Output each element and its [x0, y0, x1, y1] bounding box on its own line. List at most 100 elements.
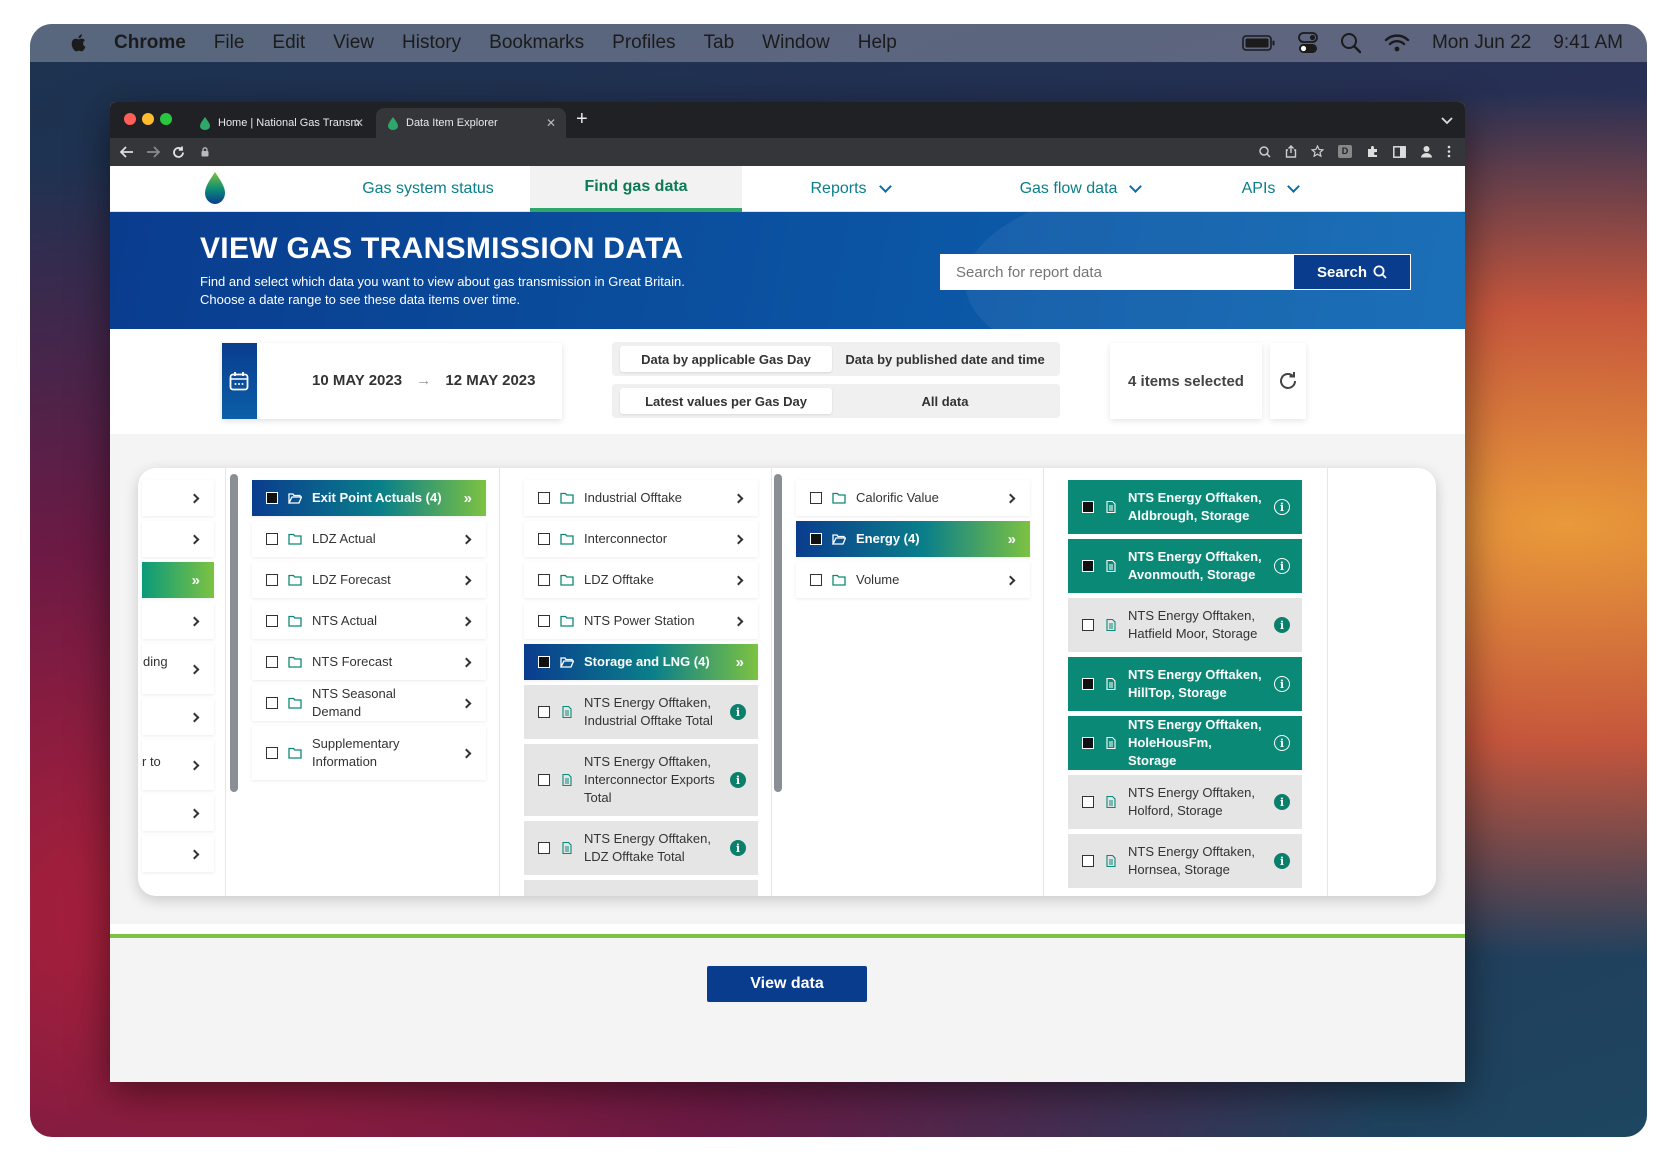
search-input[interactable]: [940, 254, 1293, 290]
checkbox[interactable]: [538, 615, 550, 627]
folder-row-exit-point-actuals[interactable]: Exit Point Actuals (4) »: [252, 480, 486, 516]
checkbox[interactable]: [538, 656, 550, 668]
close-window-button[interactable]: [124, 113, 136, 125]
checkbox[interactable]: [810, 492, 822, 504]
more-menu-icon[interactable]: [1447, 145, 1451, 158]
menu-profiles[interactable]: Profiles: [612, 32, 675, 54]
info-icon[interactable]: i: [1274, 794, 1290, 810]
folder-row[interactable]: [142, 603, 214, 639]
browser-tab-data-item-explorer[interactable]: Data Item Explorer ✕: [376, 108, 566, 138]
extension-d-icon[interactable]: D: [1338, 145, 1352, 158]
info-icon[interactable]: i: [1274, 853, 1290, 869]
folder-row-volume[interactable]: Volume: [796, 562, 1030, 598]
folder-row[interactable]: r to: [142, 740, 214, 790]
profile-avatar-icon[interactable]: [1420, 145, 1433, 158]
checkbox[interactable]: [1082, 678, 1094, 690]
checkbox[interactable]: [1082, 619, 1094, 631]
folder-row-energy[interactable]: Energy (4) »: [796, 521, 1030, 557]
tab-search-chevron-icon[interactable]: [1441, 117, 1453, 125]
data-item-row[interactable]: NTS Energy Offtaken, Hatfield Moor, Stor…: [1068, 598, 1302, 652]
info-icon[interactable]: i: [1274, 735, 1290, 751]
side-panel-icon[interactable]: [1393, 145, 1406, 158]
checkbox[interactable]: [1082, 796, 1094, 808]
column-scrollbar[interactable]: [230, 474, 238, 792]
back-arrow-icon[interactable]: [120, 146, 134, 158]
info-icon[interactable]: i: [1274, 676, 1290, 692]
folder-row[interactable]: [142, 699, 214, 735]
folder-row-supplementary-information[interactable]: Supplementary Information: [252, 726, 486, 780]
zoom-icon[interactable]: [1259, 145, 1271, 158]
checkbox[interactable]: [266, 533, 278, 545]
folder-row[interactable]: [142, 480, 214, 516]
toggle-published-date[interactable]: Data by published date and time: [836, 346, 1054, 372]
data-item-row-selected[interactable]: NTS Energy Offtaken, Aldbrough, Storage …: [1068, 480, 1302, 534]
info-icon[interactable]: i: [730, 772, 746, 788]
menubar-date[interactable]: Mon Jun 22: [1432, 32, 1531, 54]
data-item-row[interactable]: NTS Energy Offtaken, Industrial Offtake …: [524, 685, 758, 739]
browser-tab-home[interactable]: Home | National Gas Transmiss ✕: [188, 108, 374, 138]
nav-gas-system-status[interactable]: Gas system status: [328, 166, 528, 212]
menu-view[interactable]: View: [333, 32, 374, 54]
folder-row-interconnector[interactable]: Interconnector: [524, 521, 758, 557]
folder-row[interactable]: ding: [142, 644, 214, 694]
close-tab-icon[interactable]: ✕: [546, 116, 556, 130]
folder-row-storage-and-lng[interactable]: Storage and LNG (4) »: [524, 644, 758, 680]
folder-row-nts-seasonal-demand[interactable]: NTS Seasonal Demand: [252, 685, 486, 721]
data-item-row-partial[interactable]: [524, 880, 758, 896]
nav-apis[interactable]: APIs: [1210, 166, 1330, 212]
data-item-row[interactable]: NTS Energy Offtaken, LDZ Offtake Total i: [524, 821, 758, 875]
folder-row-ldz-offtake[interactable]: LDZ Offtake: [524, 562, 758, 598]
checkbox[interactable]: [266, 656, 278, 668]
forward-arrow-icon[interactable]: [146, 146, 160, 158]
search-button[interactable]: Search: [1293, 254, 1411, 290]
bookmark-star-icon[interactable]: [1311, 145, 1324, 158]
toggle-all-data[interactable]: All data: [836, 388, 1054, 414]
data-item-row-selected[interactable]: NTS Energy Offtaken, HillTop, Storage i: [1068, 657, 1302, 711]
close-tab-icon[interactable]: ✕: [354, 116, 364, 130]
menu-window[interactable]: Window: [762, 32, 830, 54]
folder-row-nts-forecast[interactable]: NTS Forecast: [252, 644, 486, 680]
folder-row-industrial-offtake[interactable]: Industrial Offtake: [524, 480, 758, 516]
menu-app-name[interactable]: Chrome: [114, 32, 186, 54]
folder-row-ldz-actual[interactable]: LDZ Actual: [252, 521, 486, 557]
folder-row-selected[interactable]: »: [142, 562, 214, 598]
toggle-latest-values[interactable]: Latest values per Gas Day: [620, 388, 832, 414]
checkbox[interactable]: [1082, 737, 1094, 749]
checkbox[interactable]: [266, 747, 278, 759]
checkbox[interactable]: [538, 706, 550, 718]
info-icon[interactable]: i: [730, 704, 746, 720]
lock-icon[interactable]: [201, 147, 209, 157]
data-item-row[interactable]: NTS Energy Offtaken, Interconnector Expo…: [524, 744, 758, 816]
checkbox[interactable]: [266, 615, 278, 627]
wifi-icon[interactable]: [1384, 33, 1410, 53]
folder-row-nts-actual[interactable]: NTS Actual: [252, 603, 486, 639]
checkbox[interactable]: [810, 533, 822, 545]
menu-help[interactable]: Help: [858, 32, 897, 54]
menubar-time[interactable]: 9:41 AM: [1553, 32, 1623, 54]
extensions-puzzle-icon[interactable]: [1366, 145, 1379, 158]
minimize-window-button[interactable]: [142, 113, 154, 125]
apple-icon[interactable]: [68, 32, 90, 54]
spotlight-search-icon[interactable]: [1340, 32, 1362, 54]
checkbox[interactable]: [1082, 560, 1094, 572]
checkbox[interactable]: [538, 842, 550, 854]
data-item-row-selected[interactable]: NTS Energy Offtaken, Avonmouth, Storage …: [1068, 539, 1302, 593]
folder-row[interactable]: [142, 795, 214, 831]
nav-gas-flow-data[interactable]: Gas flow data: [960, 166, 1200, 212]
data-item-row-selected[interactable]: NTS Energy Offtaken, HoleHousFm, Storage…: [1068, 716, 1302, 770]
zoom-window-button[interactable]: [160, 113, 172, 125]
folder-row-calorific-value[interactable]: Calorific Value: [796, 480, 1030, 516]
folder-row-nts-power-station[interactable]: NTS Power Station: [524, 603, 758, 639]
folder-row-ldz-forecast[interactable]: LDZ Forecast: [252, 562, 486, 598]
checkbox[interactable]: [266, 574, 278, 586]
nav-find-gas-data[interactable]: Find gas data: [530, 166, 742, 212]
nav-reports[interactable]: Reports: [750, 166, 950, 212]
menu-bookmarks[interactable]: Bookmarks: [489, 32, 584, 54]
menu-history[interactable]: History: [402, 32, 461, 54]
checkbox[interactable]: [538, 774, 550, 786]
view-data-button[interactable]: View data: [707, 966, 867, 1002]
info-icon[interactable]: i: [1274, 558, 1290, 574]
column-scrollbar[interactable]: [774, 474, 782, 792]
control-center-icon[interactable]: [1298, 32, 1318, 54]
share-icon[interactable]: [1285, 145, 1297, 158]
